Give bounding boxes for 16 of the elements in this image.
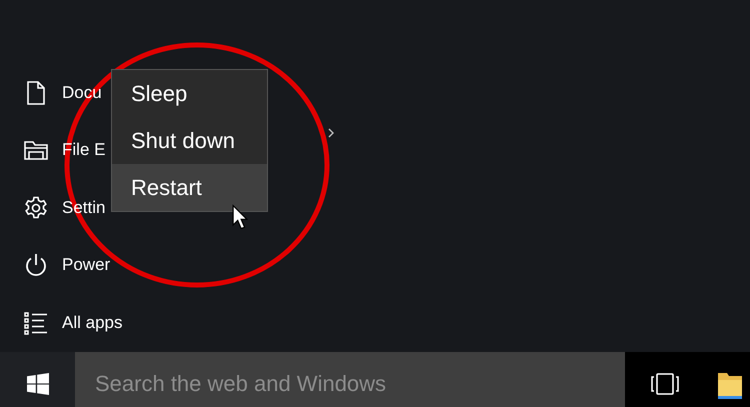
folder-icon <box>24 138 48 162</box>
gear-icon <box>24 196 48 220</box>
menu-option[interactable]: Shut down <box>112 117 267 164</box>
menu-option[interactable]: Restart <box>112 164 267 211</box>
list-icon <box>24 310 48 335</box>
chevron-icon <box>328 128 334 138</box>
menu-item[interactable]: All apps <box>62 312 122 333</box>
windows-logo-icon <box>26 372 48 394</box>
menu-item[interactable]: Power <box>62 255 110 276</box>
search-field[interactable]: Search the web and Windows <box>75 352 625 407</box>
document-icon <box>24 80 48 105</box>
task-view-icon[interactable] <box>650 372 680 394</box>
mouse-pointer-icon <box>232 204 248 230</box>
start-button[interactable] <box>0 352 75 407</box>
menu-option[interactable]: Sleep <box>112 70 267 117</box>
power-icon <box>24 253 48 278</box>
